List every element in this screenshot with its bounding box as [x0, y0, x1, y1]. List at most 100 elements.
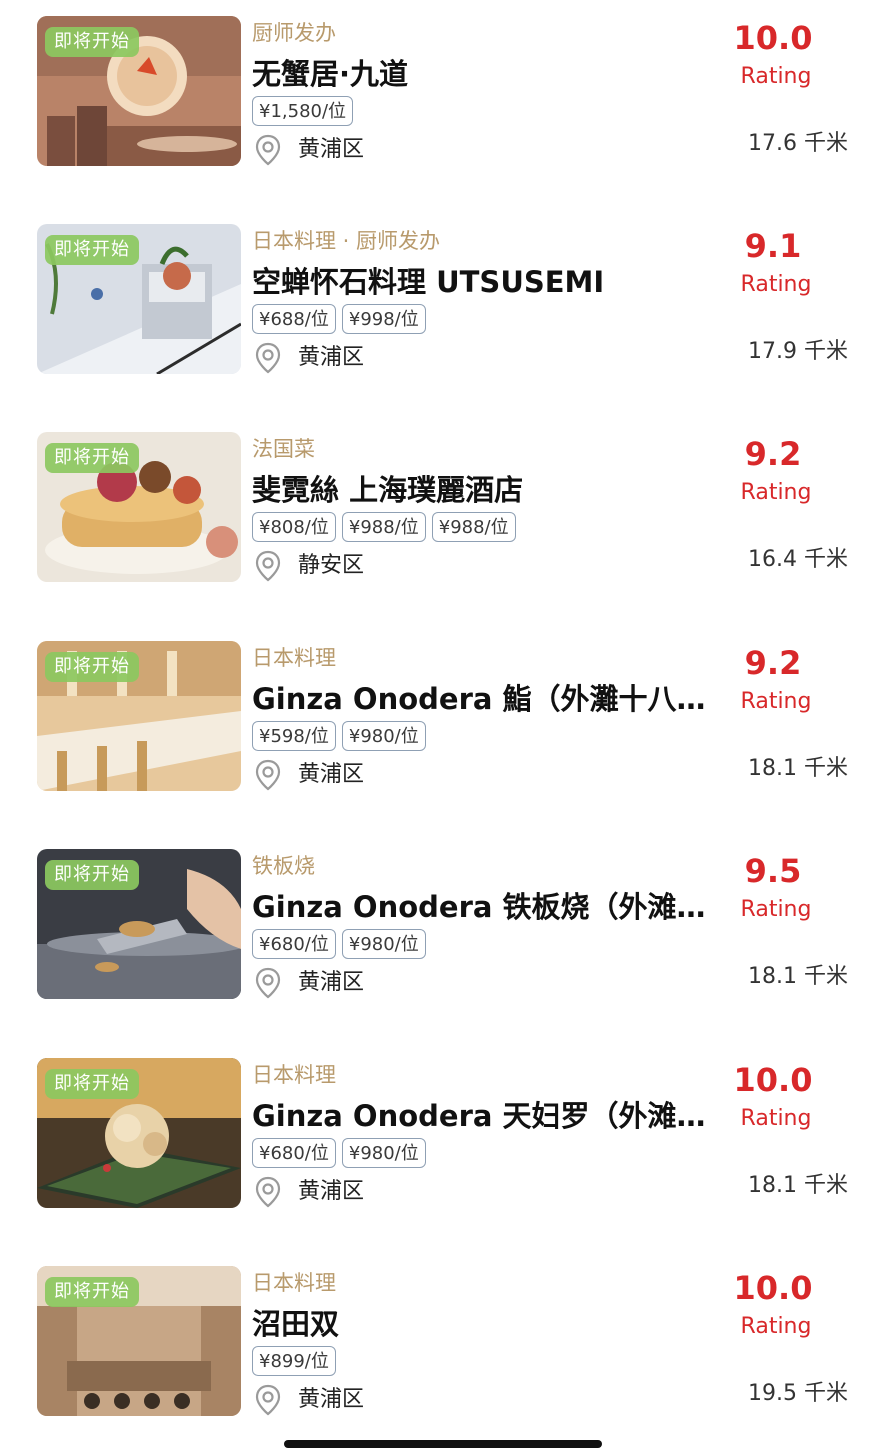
- price-tag: ¥808/位: [252, 512, 336, 542]
- status-badge: 即将开始: [45, 443, 139, 473]
- rating-score: 9.5: [744, 852, 802, 890]
- price-list: ¥1,580/位: [252, 96, 354, 126]
- rating-label: Rating: [740, 1314, 812, 1339]
- restaurant-card[interactable]: 即将开始 铁板烧 Ginza Onodera 铁板烧（外滩… ¥680/位 ¥98…: [0, 849, 876, 1009]
- price-list: ¥680/位 ¥980/位: [252, 929, 426, 959]
- cuisine-category: 日本料理: [252, 646, 336, 670]
- restaurant-name[interactable]: 斐霓絲 上海璞麗酒店: [252, 470, 732, 510]
- cuisine-category: 日本料理 · 厨师发办: [252, 229, 441, 253]
- restaurant-name[interactable]: Ginza Onodera 铁板烧（外滩…: [252, 887, 732, 927]
- rating-score: 10.0: [733, 19, 813, 57]
- home-indicator[interactable]: [284, 1440, 602, 1448]
- location: 黄浦区: [254, 132, 364, 168]
- cuisine-category: 日本料理: [252, 1063, 336, 1087]
- restaurant-thumbnail[interactable]: 即将开始: [37, 224, 241, 374]
- location: 黄浦区: [254, 965, 364, 1001]
- price-tag: ¥980/位: [341, 721, 426, 751]
- rating-score: 10.0: [733, 1269, 813, 1307]
- location-pin-icon: [254, 759, 282, 791]
- restaurant-card[interactable]: 即将开始 日本料理 Ginza Onodera 鮨（外灘十八… ¥598/位 ¥9…: [0, 641, 876, 801]
- restaurant-thumbnail[interactable]: 即将开始: [37, 1266, 241, 1416]
- price-tag: ¥980/位: [341, 929, 426, 959]
- rating-label: Rating: [740, 64, 812, 89]
- price-tag: ¥680/位: [252, 1138, 336, 1168]
- restaurant-name[interactable]: 沼田双: [252, 1304, 732, 1344]
- district: 黄浦区: [298, 1179, 365, 1204]
- location-pin-icon: [254, 134, 282, 166]
- restaurant-name[interactable]: 无蟹居·九道: [252, 54, 732, 94]
- location-pin-icon: [254, 1384, 282, 1416]
- restaurant-card[interactable]: 即将开始 厨师发办 无蟹居·九道 ¥1,580/位 黄浦区 10.0 Ratin…: [0, 16, 876, 176]
- restaurant-card[interactable]: 即将开始 法国菜 斐霓絲 上海璞麗酒店 ¥808/位 ¥988/位 ¥988/位 静…: [0, 432, 876, 592]
- status-badge: 即将开始: [45, 652, 139, 682]
- status-badge: 即将开始: [45, 1069, 139, 1099]
- location: 黄浦区: [254, 757, 364, 793]
- restaurant-thumbnail[interactable]: 即将开始: [37, 849, 241, 999]
- rating-score: 10.0: [733, 1061, 813, 1099]
- price-list: ¥680/位 ¥980/位: [252, 1138, 426, 1168]
- location: 黄浦区: [254, 1174, 364, 1210]
- status-badge: 即将开始: [45, 860, 139, 890]
- status-badge: 即将开始: [45, 27, 139, 57]
- restaurant-card[interactable]: 即将开始 日本料理 · 厨师发办 空蝉怀石料理 UTSUSEMI ¥688/位 ¥…: [0, 224, 876, 384]
- distance: 19.5 千米: [748, 1381, 848, 1406]
- price-list: ¥688/位 ¥998/位: [252, 304, 426, 334]
- restaurant-thumbnail[interactable]: 即将开始: [37, 16, 241, 166]
- cuisine-category: 厨师发办: [252, 21, 336, 45]
- price-tag: ¥998/位: [341, 304, 426, 334]
- restaurant-thumbnail[interactable]: 即将开始: [37, 432, 241, 582]
- cuisine-category: 日本料理: [252, 1271, 336, 1295]
- price-tag: ¥1,580/位: [252, 96, 354, 126]
- restaurant-info: 日本料理 Ginza Onodera 天妇罗（外滩… ¥680/位 ¥980/位 …: [252, 1058, 732, 1218]
- price-tag: ¥680/位: [252, 929, 336, 959]
- distance: 17.6 千米: [748, 131, 848, 156]
- price-tag: ¥988/位: [431, 512, 516, 542]
- location-pin-icon: [254, 1176, 282, 1208]
- price-list: ¥899/位: [252, 1346, 336, 1376]
- rating-score: 9.2: [744, 435, 802, 473]
- cuisine-category: 铁板烧: [252, 854, 315, 878]
- district: 黄浦区: [298, 137, 365, 162]
- rating-label: Rating: [740, 1106, 812, 1131]
- district: 黄浦区: [298, 1387, 365, 1412]
- status-badge: 即将开始: [45, 235, 139, 265]
- distance: 18.1 千米: [748, 756, 848, 781]
- restaurant-info: 日本料理 Ginza Onodera 鮨（外灘十八… ¥598/位 ¥980/位 …: [252, 641, 732, 801]
- restaurant-info: 铁板烧 Ginza Onodera 铁板烧（外滩… ¥680/位 ¥980/位 黄…: [252, 849, 732, 1009]
- price-tag: ¥688/位: [252, 304, 336, 334]
- rating-label: Rating: [740, 689, 812, 714]
- restaurant-name[interactable]: Ginza Onodera 鮨（外灘十八…: [252, 679, 732, 719]
- location: 黄浦区: [254, 340, 364, 376]
- rating-score: 9.1: [744, 227, 802, 265]
- restaurant-thumbnail[interactable]: 即将开始: [37, 641, 241, 791]
- district: 黄浦区: [298, 970, 365, 995]
- restaurant-info: 厨师发办 无蟹居·九道 ¥1,580/位 黄浦区: [252, 16, 732, 176]
- restaurant-info: 日本料理 沼田双 ¥899/位 黄浦区: [252, 1266, 732, 1426]
- price-tag: ¥899/位: [252, 1346, 336, 1376]
- distance: 17.9 千米: [748, 339, 848, 364]
- price-tag: ¥980/位: [341, 1138, 426, 1168]
- location: 黄浦区: [254, 1382, 364, 1418]
- rating-label: Rating: [740, 272, 812, 297]
- restaurant-info: 法国菜 斐霓絲 上海璞麗酒店 ¥808/位 ¥988/位 ¥988/位 静安区: [252, 432, 732, 592]
- restaurant-card[interactable]: 即将开始 日本料理 Ginza Onodera 天妇罗（外滩… ¥680/位 ¥9…: [0, 1058, 876, 1218]
- restaurant-name[interactable]: 空蝉怀石料理 UTSUSEMI: [252, 262, 732, 302]
- price-tag: ¥598/位: [252, 721, 336, 751]
- district: 黄浦区: [298, 762, 365, 787]
- location-pin-icon: [254, 342, 282, 374]
- restaurant-info: 日本料理 · 厨师发办 空蝉怀石料理 UTSUSEMI ¥688/位 ¥998/位…: [252, 224, 732, 384]
- restaurant-card[interactable]: 即将开始 日本料理 沼田双 ¥899/位 黄浦区 10.0 Rating 19.…: [0, 1266, 876, 1426]
- price-tag: ¥988/位: [341, 512, 426, 542]
- rating-label: Rating: [740, 897, 812, 922]
- distance: 18.1 千米: [748, 1173, 848, 1198]
- location: 静安区: [254, 548, 364, 584]
- restaurant-name[interactable]: Ginza Onodera 天妇罗（外滩…: [252, 1096, 732, 1136]
- district: 黄浦区: [298, 345, 365, 370]
- status-badge: 即将开始: [45, 1277, 139, 1307]
- restaurant-thumbnail[interactable]: 即将开始: [37, 1058, 241, 1208]
- location-pin-icon: [254, 967, 282, 999]
- location-pin-icon: [254, 550, 282, 582]
- distance: 16.4 千米: [748, 547, 848, 572]
- district: 静安区: [298, 553, 365, 578]
- rating-label: Rating: [740, 480, 812, 505]
